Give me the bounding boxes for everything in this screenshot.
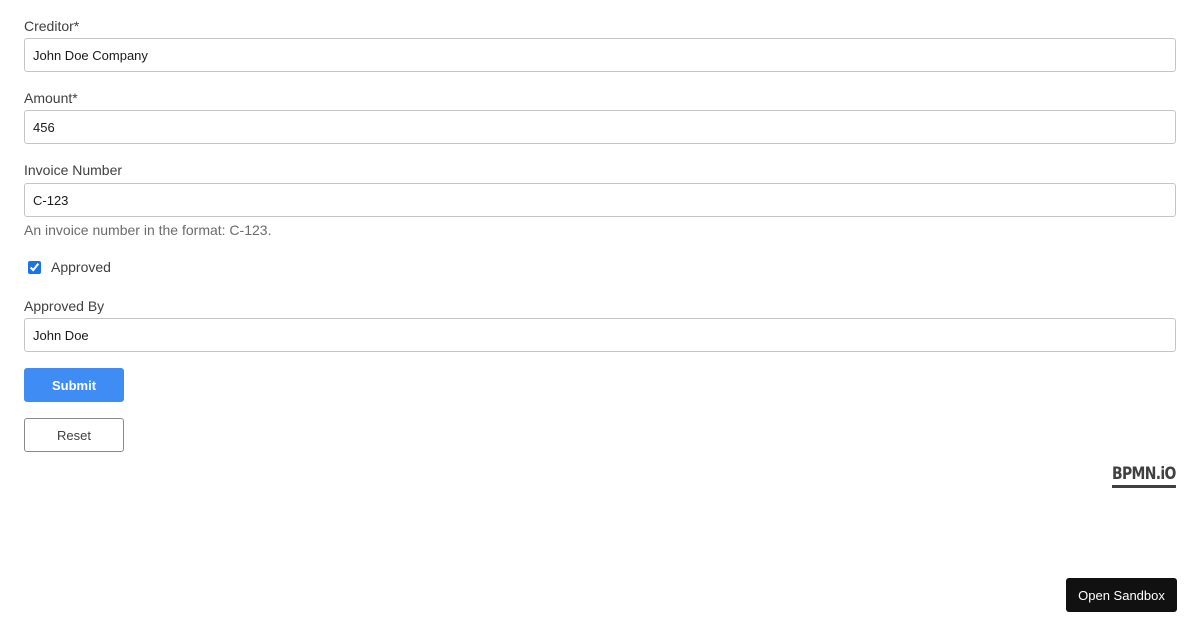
approved-by-field: Approved By (24, 296, 1176, 352)
amount-field: Amount* (24, 88, 1176, 144)
creditor-label: Creditor* (24, 18, 80, 34)
creditor-input[interactable] (24, 38, 1176, 72)
approved-by-label: Approved By (24, 298, 105, 314)
submit-button[interactable]: Submit (24, 368, 124, 402)
approved-checkbox[interactable] (28, 260, 41, 274)
invoice-number-input[interactable] (24, 183, 1176, 217)
amount-label: Amount* (24, 90, 78, 106)
amount-input[interactable] (24, 110, 1176, 144)
bpmn-io-logo[interactable]: BPMN.iO (1112, 464, 1177, 488)
approved-by-input[interactable] (24, 318, 1176, 352)
approved-label[interactable]: Approved (51, 259, 111, 275)
creditor-field: Creditor* (24, 16, 1176, 72)
open-sandbox-button[interactable]: Open Sandbox (1066, 578, 1177, 612)
approved-field: Approved (24, 257, 111, 277)
invoice-number-field: Invoice Number An invoice number in the … (24, 160, 1176, 240)
invoice-number-description: An invoice number in the format: C-123. (24, 222, 272, 238)
reset-button[interactable]: Reset (24, 418, 124, 452)
invoice-number-label: Invoice Number (24, 162, 123, 178)
